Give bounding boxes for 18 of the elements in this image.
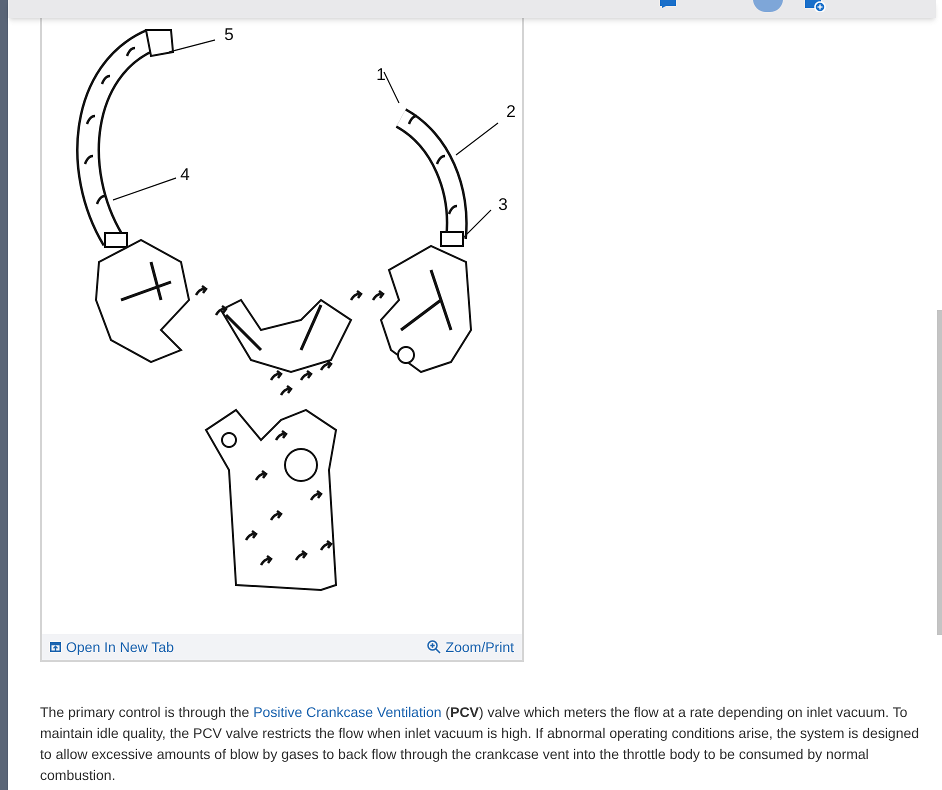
leader-line — [112, 177, 176, 201]
body-paragraph: The primary control is through the Positive Crankcase Ventilation (PCV) valve which meters the flow at a rate depending on inlet vacuum. To maintain idle quality, the PCV valve restricts the flow when inlet vacuum is high. If abnormal operating conditions arise, the system is designed to allow excessive amounts of blow by gases to back flow through the crankcase vent into the throttle body to be consumed by normal combustion. — [40, 703, 920, 785]
leader-line — [456, 122, 498, 156]
open-in-new-tab-link[interactable]: Open In New Tab — [50, 636, 174, 658]
leader-line — [383, 72, 400, 104]
leader-line — [462, 210, 492, 238]
zoom-in-icon — [426, 640, 441, 654]
callout-number: 2 — [506, 102, 516, 121]
callout-number: 4 — [180, 165, 190, 184]
quote-icon[interactable] — [805, 0, 827, 12]
zoom-print-link[interactable]: Zoom/Print — [426, 636, 514, 658]
callout-number: 5 — [224, 25, 234, 44]
callout-number: 3 — [498, 195, 508, 214]
scrollbar-thumb[interactable] — [937, 310, 942, 635]
new-tab-icon — [50, 642, 61, 652]
callout-number: 1 — [376, 65, 386, 84]
leader-line — [168, 39, 216, 53]
glossary-link[interactable]: Positive Crankcase Ventilation — [253, 704, 442, 720]
